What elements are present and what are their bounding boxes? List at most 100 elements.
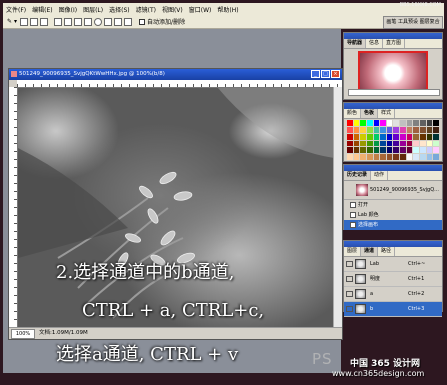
color-swatch[interactable] xyxy=(347,147,353,154)
panel-tab[interactable]: 动作 xyxy=(371,171,389,180)
color-swatch[interactable] xyxy=(380,126,386,133)
color-swatch[interactable] xyxy=(433,126,439,133)
color-swatch[interactable] xyxy=(420,147,426,154)
navigator-zoom-slider[interactable] xyxy=(348,89,440,96)
history-item[interactable]: Lab 颜色 xyxy=(344,210,442,220)
color-swatch[interactable] xyxy=(373,120,380,126)
color-swatch[interactable] xyxy=(386,120,393,126)
color-swatch[interactable] xyxy=(386,126,393,133)
document-title-bar[interactable]: 501249_90096935_SvjgQKtWwHHx.jpg @ 100%(… xyxy=(9,69,342,80)
menu-item[interactable]: 图层(L) xyxy=(83,5,103,14)
color-swatch[interactable] xyxy=(373,126,380,133)
color-swatch[interactable] xyxy=(426,154,433,160)
panel-tab[interactable]: 直方图 xyxy=(383,39,406,48)
panel-tab[interactable]: 导航器 xyxy=(344,39,367,48)
color-swatch[interactable] xyxy=(380,133,386,140)
maximize-button[interactable]: □ xyxy=(321,70,330,78)
color-swatch[interactable] xyxy=(353,126,360,133)
channel-row-a[interactable]: a Ctrl+2 xyxy=(344,287,442,302)
color-swatch[interactable] xyxy=(360,126,366,133)
channel-row-lab[interactable]: Lab Ctrl+~ xyxy=(344,257,442,272)
color-swatch[interactable] xyxy=(366,147,373,154)
history-item-selected[interactable]: 选择画布 xyxy=(344,220,442,230)
color-swatch[interactable] xyxy=(380,154,386,160)
color-swatch[interactable] xyxy=(406,133,413,140)
color-swatch[interactable] xyxy=(400,120,406,126)
color-swatch[interactable] xyxy=(406,126,413,133)
color-swatch[interactable] xyxy=(406,147,413,154)
color-swatch[interactable] xyxy=(366,154,373,160)
menu-item[interactable]: 视图(V) xyxy=(162,5,183,14)
panel-tab[interactable]: 通道 xyxy=(361,247,379,256)
menu-item[interactable]: 图像(I) xyxy=(59,5,77,14)
color-swatch[interactable] xyxy=(400,147,406,154)
color-swatch[interactable] xyxy=(373,154,380,160)
color-swatch[interactable] xyxy=(433,120,439,126)
color-swatch[interactable] xyxy=(406,120,413,126)
color-swatch[interactable] xyxy=(413,154,420,160)
color-swatch[interactable] xyxy=(373,140,380,147)
color-swatch[interactable] xyxy=(386,147,393,154)
color-swatch[interactable] xyxy=(393,154,400,160)
color-swatch[interactable] xyxy=(433,140,439,147)
color-swatch[interactable] xyxy=(366,133,373,140)
color-swatch[interactable] xyxy=(393,126,400,133)
zoom-field[interactable]: 100% xyxy=(11,329,35,339)
color-swatch[interactable] xyxy=(406,140,413,147)
history-item[interactable]: 打开 xyxy=(344,200,442,210)
color-swatch[interactable] xyxy=(393,120,400,126)
panel-tab[interactable]: 历史记录 xyxy=(344,171,372,180)
color-swatch[interactable] xyxy=(406,154,413,160)
panel-tab[interactable]: 信息 xyxy=(366,39,384,48)
visibility-eye-icon[interactable] xyxy=(346,261,353,267)
visibility-eye-icon[interactable] xyxy=(346,291,353,297)
history-snapshot[interactable]: 501249_90096935_SvjgQ... xyxy=(344,181,442,200)
visibility-eye-icon[interactable] xyxy=(346,276,353,282)
color-swatch[interactable] xyxy=(360,133,366,140)
color-swatch[interactable] xyxy=(426,126,433,133)
freeform-pen-icon[interactable] xyxy=(64,17,73,26)
color-swatch[interactable] xyxy=(347,126,353,133)
color-swatch[interactable] xyxy=(373,147,380,154)
visibility-eye-icon[interactable] xyxy=(346,306,353,312)
menu-item[interactable]: 窗口(W) xyxy=(189,5,212,14)
panel-tab[interactable]: 路径 xyxy=(378,247,396,256)
panel-tab[interactable]: 样式 xyxy=(378,109,396,118)
ellipse-tool-icon[interactable] xyxy=(94,17,103,26)
color-swatch[interactable] xyxy=(366,120,373,126)
pen-icon[interactable] xyxy=(54,17,63,26)
color-swatch[interactable] xyxy=(347,120,353,126)
color-swatch[interactable] xyxy=(393,140,400,147)
color-swatch[interactable] xyxy=(393,147,400,154)
menu-item[interactable]: 编辑(E) xyxy=(32,5,52,14)
color-swatch[interactable] xyxy=(353,140,360,147)
menu-item[interactable]: 帮助(H) xyxy=(217,5,238,14)
color-swatch[interactable] xyxy=(373,133,380,140)
color-swatch[interactable] xyxy=(413,140,420,147)
color-swatch[interactable] xyxy=(413,133,420,140)
color-swatch[interactable] xyxy=(420,154,426,160)
color-swatch[interactable] xyxy=(413,120,420,126)
minimize-button[interactable]: _ xyxy=(311,70,320,78)
line-tool-icon[interactable] xyxy=(114,17,123,26)
color-swatch[interactable] xyxy=(353,120,360,126)
custom-shape-icon[interactable] xyxy=(124,17,133,26)
color-swatch[interactable] xyxy=(426,133,433,140)
color-swatch[interactable] xyxy=(400,133,406,140)
color-swatch[interactable] xyxy=(347,154,353,160)
paths-icon[interactable] xyxy=(30,17,39,26)
panel-tab[interactable]: 色板 xyxy=(361,109,379,118)
color-swatch[interactable] xyxy=(360,120,366,126)
color-swatch[interactable] xyxy=(380,147,386,154)
fill-pixels-icon[interactable] xyxy=(40,17,49,26)
auto-add-delete-checkbox[interactable] xyxy=(139,18,146,25)
color-swatch[interactable] xyxy=(420,120,426,126)
rectangle-tool-icon[interactable] xyxy=(74,17,83,26)
color-swatch[interactable] xyxy=(386,154,393,160)
menu-item[interactable]: 文件(F) xyxy=(6,5,26,14)
color-swatch[interactable] xyxy=(420,140,426,147)
color-swatch[interactable] xyxy=(353,154,360,160)
rounded-rect-tool-icon[interactable] xyxy=(84,17,93,26)
color-swatch[interactable] xyxy=(433,133,439,140)
vertical-scrollbar[interactable] xyxy=(333,87,342,327)
